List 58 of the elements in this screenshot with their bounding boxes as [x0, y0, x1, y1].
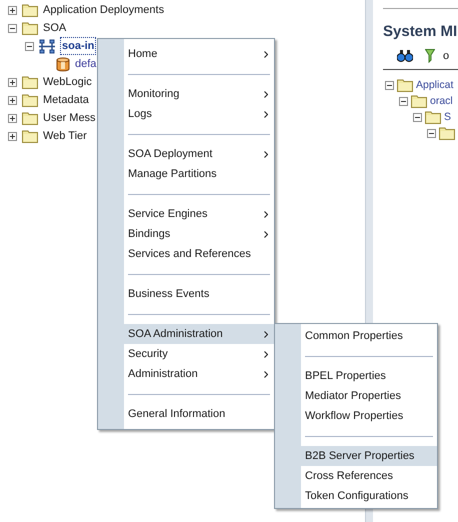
tree-item[interactable]: User Mess — [43, 110, 96, 126]
menu-item[interactable]: Common Properties — [275, 326, 437, 346]
folder-icon — [22, 22, 38, 34]
tree-item[interactable]: S — [444, 110, 452, 126]
menu-item[interactable]: Services and References — [98, 244, 274, 264]
folder-icon — [22, 130, 38, 142]
menu-item[interactable]: Monitoring — [98, 84, 274, 104]
collapse-icon[interactable] — [427, 129, 436, 138]
menu-item[interactable]: Security — [98, 344, 274, 364]
expand-icon[interactable] — [8, 6, 17, 14]
tree-item[interactable]: SOA — [43, 20, 66, 36]
collapse-icon[interactable] — [8, 24, 17, 32]
tree-item[interactable]: soa-in — [60, 36, 96, 56]
collapse-icon[interactable] — [399, 97, 408, 106]
menu-item[interactable]: Administration — [98, 364, 274, 384]
folder-icon — [22, 76, 38, 88]
tree-item[interactable]: Metadata — [43, 92, 89, 108]
menu-item[interactable]: SOA Administration — [98, 324, 274, 344]
folder-icon — [439, 127, 455, 140]
folder-icon — [425, 111, 441, 124]
menu-item[interactable]: Business Events — [98, 284, 274, 304]
expand-icon[interactable] — [8, 132, 17, 140]
menu-item[interactable]: Bindings — [98, 224, 274, 244]
collapse-icon[interactable] — [413, 113, 422, 122]
folder-icon — [411, 95, 427, 108]
page-title: System MI — [383, 22, 458, 42]
menu-item[interactable]: BPEL Properties — [275, 366, 437, 386]
menu-item[interactable]: Token Configurations — [275, 486, 437, 506]
menu-item[interactable]: Home — [98, 44, 274, 64]
menu-item[interactable]: Manage Partitions — [98, 164, 274, 184]
menu-item[interactable]: Mediator Properties — [275, 386, 437, 406]
tree-item[interactable]: oracl — [430, 94, 453, 110]
collapse-icon[interactable] — [385, 81, 394, 90]
toolbar-label[interactable]: o — [443, 48, 450, 64]
menu-item[interactable]: SOA Deployment — [98, 144, 274, 164]
tree-item[interactable]: defa — [75, 56, 96, 72]
menu-item[interactable]: General Information — [98, 404, 274, 424]
network-icon — [39, 38, 55, 54]
folder-icon — [22, 112, 38, 124]
expand-icon[interactable] — [8, 78, 17, 86]
folder-icon — [22, 4, 38, 16]
menu-item[interactable]: Cross References — [275, 466, 437, 486]
collapse-icon[interactable] — [25, 42, 34, 50]
expand-icon[interactable] — [8, 114, 17, 122]
binoculars-icon[interactable] — [397, 50, 413, 62]
menu-item[interactable]: Service Engines — [98, 204, 274, 224]
folder-icon — [22, 94, 38, 106]
tree-item[interactable]: Applicat — [416, 78, 454, 94]
tree-item[interactable]: Web Tier — [43, 128, 87, 144]
menu-item[interactable]: Workflow Properties — [275, 406, 437, 426]
tree-item[interactable]: WebLogic — [43, 74, 92, 90]
menu-item[interactable]: B2B Server Properties — [275, 446, 437, 466]
cylinder-icon — [56, 56, 70, 72]
funnel-icon[interactable] — [425, 49, 435, 63]
tree-item[interactable]: Application Deployments — [43, 2, 164, 18]
folder-icon — [397, 79, 413, 92]
menu-item[interactable]: Logs — [98, 104, 274, 124]
expand-icon[interactable] — [8, 96, 17, 104]
